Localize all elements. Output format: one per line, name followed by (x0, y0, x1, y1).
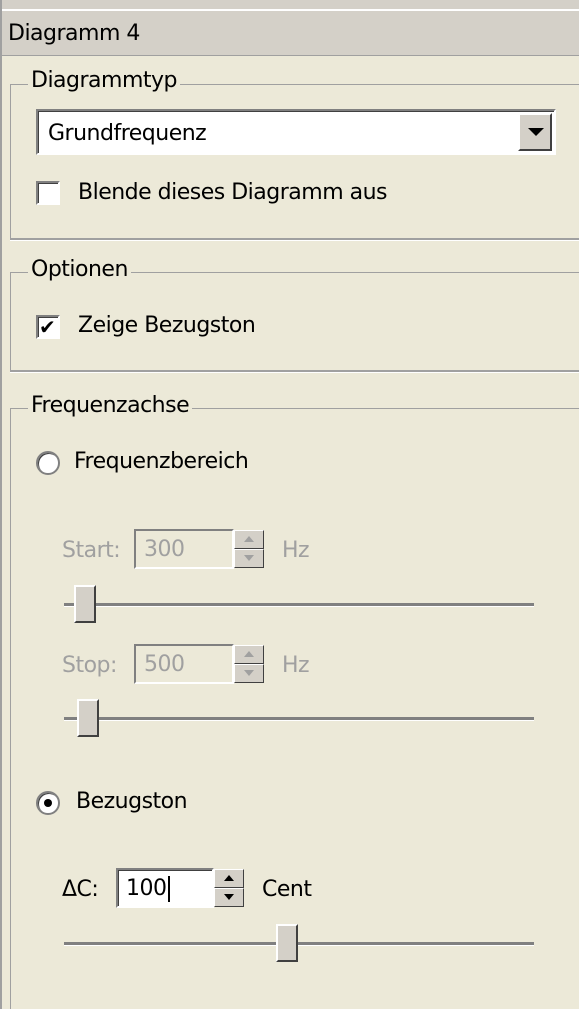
delta-up-button[interactable] (214, 869, 244, 888)
reference-tone-radio[interactable] (36, 791, 60, 815)
delta-slider-thumb[interactable] (276, 924, 298, 962)
show-reference-label[interactable]: Zeige Bezugston (78, 313, 256, 338)
dropdown-button[interactable] (518, 113, 552, 151)
panel-title: Diagramm 4 (8, 21, 140, 46)
chevron-down-icon (528, 128, 544, 136)
show-reference-checkbox[interactable]: ✔ (36, 315, 60, 339)
start-down-button[interactable] (234, 549, 264, 568)
stop-slider-track (64, 717, 534, 721)
delta-cent-spinner[interactable] (214, 868, 244, 908)
stop-label: Stop: (62, 653, 117, 678)
diagram-type-select[interactable]: Grundfrequenz (36, 109, 556, 155)
stop-slider-thumb[interactable] (77, 699, 99, 737)
stop-field[interactable]: 500 (134, 644, 234, 684)
diagram-type-select-value: Grundfrequenz (48, 121, 207, 146)
arrow-up-icon (244, 651, 254, 657)
delta-cent-value: 100 (126, 876, 167, 901)
diagrammtyp-group-bottom (10, 238, 579, 241)
delta-down-button[interactable] (214, 888, 244, 907)
stop-value: 500 (144, 652, 185, 677)
stop-up-button[interactable] (234, 645, 264, 664)
optionen-legend: Optionen (28, 257, 131, 283)
arrow-down-icon (224, 894, 234, 900)
delta-slider-track (64, 942, 534, 946)
start-label: Start: (62, 538, 121, 563)
hide-diagram-label[interactable]: Blende dieses Diagramm aus (78, 180, 388, 205)
start-up-button[interactable] (234, 530, 264, 549)
diagrammtyp-group (10, 84, 579, 240)
panel-header: Diagramm 4 (2, 10, 579, 56)
optionen-group-bottom (10, 370, 579, 373)
stop-unit: Hz (282, 653, 310, 678)
delta-cent-label: ΔC: (62, 877, 99, 902)
delta-cent-unit: Cent (262, 877, 312, 902)
arrow-down-icon (244, 555, 254, 561)
arrow-up-icon (244, 536, 254, 542)
diagram-settings-panel: Diagramm 4 Diagrammtyp Grundfrequenz Ble… (0, 0, 579, 1009)
start-value: 300 (144, 537, 185, 562)
arrow-up-icon (224, 875, 234, 881)
hide-diagram-checkbox[interactable] (36, 181, 60, 205)
diagrammtyp-legend: Diagrammtyp (28, 68, 180, 94)
start-slider-thumb[interactable] (74, 585, 96, 623)
arrow-down-icon (244, 670, 254, 676)
panel-top-strip (2, 0, 579, 10)
frequency-range-radio[interactable] (36, 451, 60, 475)
radio-selected-dot (44, 799, 52, 807)
delta-cent-input[interactable]: 100 (116, 868, 214, 908)
reference-tone-label[interactable]: Bezugston (76, 789, 188, 814)
start-field[interactable]: 300 (134, 529, 234, 569)
delta-cent-slider[interactable] (64, 924, 534, 964)
stop-slider[interactable] (64, 699, 534, 739)
start-slider-track (64, 603, 534, 607)
panel-left-border (0, 0, 2, 1009)
start-unit: Hz (282, 538, 310, 563)
frequenzachse-legend: Frequenzachse (28, 393, 193, 419)
text-caret (168, 876, 170, 902)
checkmark-icon: ✔ (39, 315, 56, 339)
start-spinner[interactable] (234, 529, 264, 569)
stop-spinner[interactable] (234, 644, 264, 684)
frequency-range-label[interactable]: Frequenzbereich (74, 449, 249, 474)
stop-down-button[interactable] (234, 664, 264, 683)
start-slider[interactable] (64, 585, 534, 625)
